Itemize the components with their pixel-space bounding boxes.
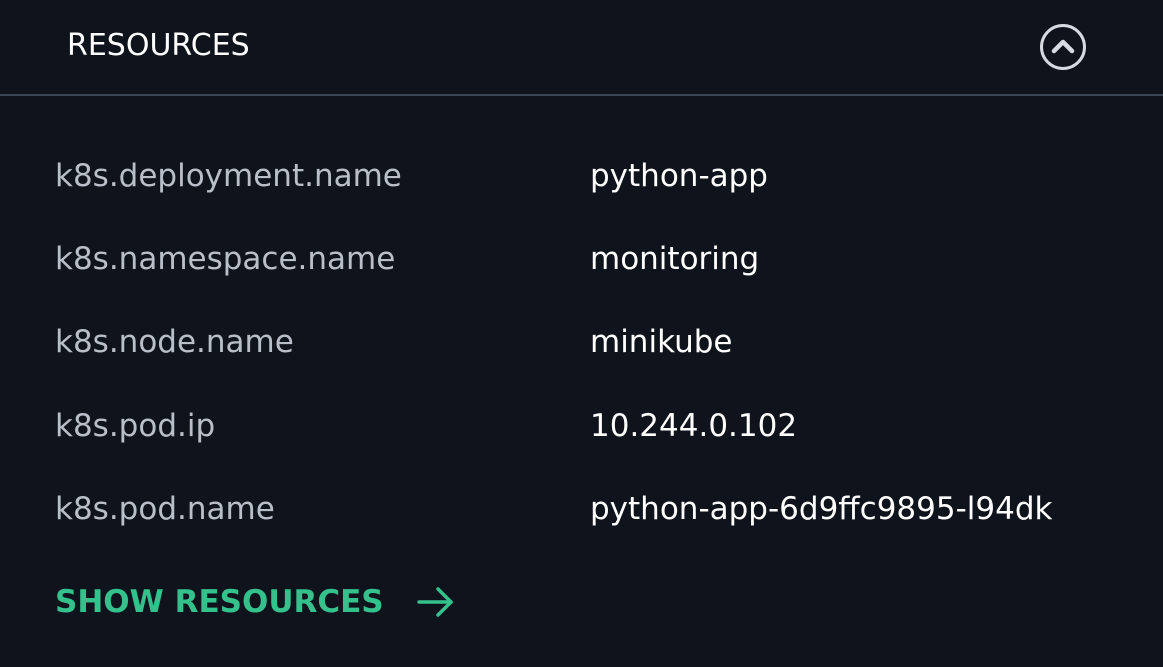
resource-value: python-app bbox=[590, 158, 768, 194]
collapse-button[interactable] bbox=[1039, 23, 1087, 71]
resource-value: 10.244.0.102 bbox=[590, 408, 798, 444]
resource-row-pod-ip: k8s.pod.ip 10.244.0.102 bbox=[0, 404, 1163, 448]
resource-key: k8s.node.name bbox=[55, 324, 294, 360]
resource-row-namespace-name: k8s.namespace.name monitoring bbox=[0, 237, 1163, 281]
arrow-right-icon bbox=[416, 587, 453, 617]
resources-panel: RESOURCES k8s.deployment.name python-app… bbox=[0, 0, 1163, 667]
resource-row-pod-name: k8s.pod.name python-app-6d9ffc9895-l94dk bbox=[0, 487, 1163, 531]
chevron-up-circle-icon bbox=[1040, 24, 1086, 70]
resource-row-node-name: k8s.node.name minikube bbox=[0, 320, 1163, 364]
resource-value: minikube bbox=[590, 324, 733, 360]
resource-key: k8s.pod.name bbox=[55, 491, 275, 527]
resource-value: monitoring bbox=[590, 241, 760, 277]
show-resources-link[interactable]: SHOW RESOURCES bbox=[55, 580, 456, 624]
resource-key: k8s.namespace.name bbox=[55, 241, 396, 277]
resource-row-deployment-name: k8s.deployment.name python-app bbox=[0, 154, 1163, 198]
resource-value: python-app-6d9ffc9895-l94dk bbox=[590, 491, 1053, 527]
show-resources-label: SHOW RESOURCES bbox=[55, 584, 384, 620]
resources-header: RESOURCES bbox=[0, 0, 1163, 96]
resources-title: RESOURCES bbox=[67, 28, 250, 63]
resource-key: k8s.deployment.name bbox=[55, 158, 402, 194]
resource-key: k8s.pod.ip bbox=[55, 408, 216, 444]
